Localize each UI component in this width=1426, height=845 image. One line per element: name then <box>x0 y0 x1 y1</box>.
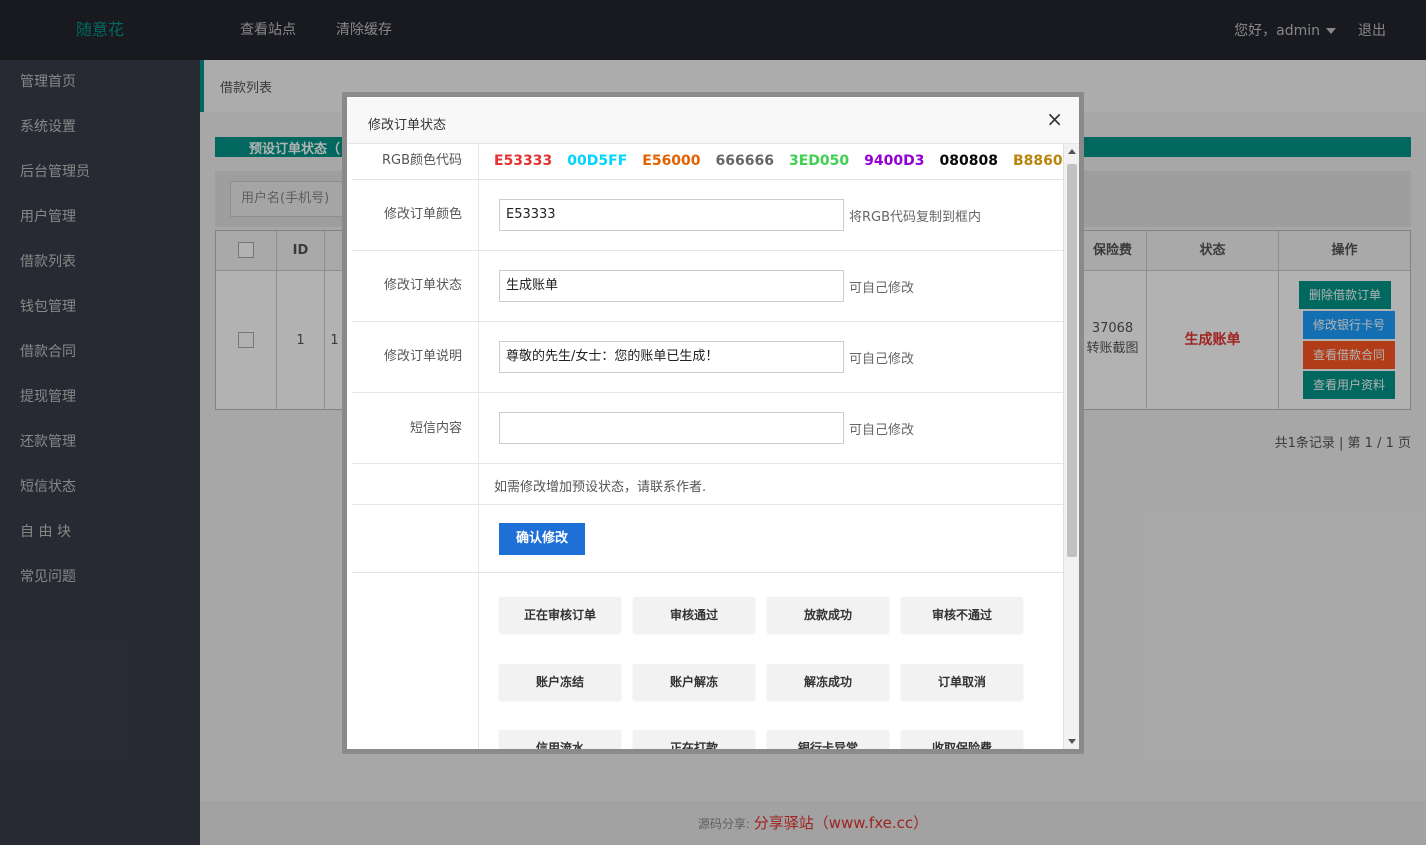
order-status-input[interactable]: 生成账单 <box>499 270 844 302</box>
note-row: 如需修改增加预设状态，请联系作者. <box>352 464 1063 505</box>
sms-content-hint: 可自己修改 <box>849 423 915 438</box>
order-color-input[interactable]: E53333 <box>499 199 844 231</box>
sms-content-cell: 可自己修改 <box>478 393 1063 463</box>
preset-button[interactable]: 信用流水 <box>499 730 621 749</box>
order-desc-hint: 可自己修改 <box>849 352 915 367</box>
rgb-code: E56000 <box>642 153 701 169</box>
order-color-cell: E53333 将RGB代码复制到框内 <box>478 180 1063 250</box>
preset-button[interactable]: 订单取消 <box>901 664 1023 700</box>
sms-content-input[interactable] <box>499 412 844 444</box>
sms-content-row: 短信内容 可自己修改 <box>352 393 1063 464</box>
rgb-code: 9400D3 <box>864 153 925 169</box>
rgb-code: 080808 <box>939 153 998 169</box>
preset-button[interactable]: 账户冻结 <box>499 664 621 700</box>
contact-author-note: 如需修改增加预设状态，请联系作者. <box>494 480 707 495</box>
status-form: RGB颜色代码 E53333 00D5FF E56000 666666 3ED0… <box>352 144 1073 749</box>
rgb-code-list: E53333 00D5FF E56000 666666 3ED050 9400D… <box>494 144 1073 178</box>
preset-button[interactable]: 银行卡异常 <box>767 730 889 749</box>
modal-scrollbar[interactable] <box>1063 144 1079 749</box>
note-label-cell <box>352 464 478 504</box>
modal-title: 修改订单状态 <box>368 118 447 133</box>
edit-order-status-modal: 修改订单状态 × RGB颜色代码 E53333 00D5FF E56000 66… <box>342 92 1084 754</box>
order-color-row: 修改订单颜色 E53333 将RGB代码复制到框内 <box>352 180 1063 251</box>
rgb-code: E53333 <box>494 153 553 169</box>
rgb-codes-cell: E53333 00D5FF E56000 666666 3ED050 9400D… <box>478 144 1073 179</box>
confirm-cell: 确认修改 <box>478 505 1063 572</box>
order-color-label: 修改订单颜色 <box>383 207 462 222</box>
order-status-label: 修改订单状态 <box>383 278 462 293</box>
confirm-row: 确认修改 <box>352 505 1063 573</box>
confirm-label-cell <box>352 505 478 572</box>
rgb-code: 3ED050 <box>789 153 850 169</box>
preset-button[interactable]: 审核通过 <box>633 597 755 633</box>
order-color-hint: 将RGB代码复制到框内 <box>849 210 982 225</box>
scroll-down-icon[interactable] <box>1068 739 1076 744</box>
order-desc-label: 修改订单说明 <box>383 349 462 364</box>
preset-buttons-cell: 正在审核订单 审核通过 放款成功 审核不通过 账户冻结 账户解冻 解冻成功 订单… <box>478 573 1063 749</box>
preset-label-cell <box>352 573 478 749</box>
note-cell: 如需修改增加预设状态，请联系作者. <box>478 464 1063 504</box>
rgb-code: 00D5FF <box>567 153 628 169</box>
rgb-codes-row: RGB颜色代码 E53333 00D5FF E56000 666666 3ED0… <box>352 144 1073 180</box>
preset-button[interactable]: 正在审核订单 <box>499 597 621 633</box>
preset-status-row: 正在审核订单 审核通过 放款成功 审核不通过 账户冻结 账户解冻 解冻成功 订单… <box>352 573 1063 749</box>
preset-button[interactable]: 解冻成功 <box>767 664 889 700</box>
preset-button[interactable]: 账户解冻 <box>633 664 755 700</box>
order-status-hint: 可自己修改 <box>849 281 915 296</box>
modal-body: RGB颜色代码 E53333 00D5FF E56000 666666 3ED0… <box>347 144 1079 749</box>
sms-content-label: 短信内容 <box>409 421 462 436</box>
close-icon[interactable]: × <box>1046 109 1063 129</box>
order-status-cell: 生成账单 可自己修改 <box>478 251 1063 321</box>
preset-button[interactable]: 正在打款 <box>633 730 755 749</box>
order-desc-input[interactable]: 尊敬的先生/女士：您的账单已生成！ <box>499 341 844 373</box>
rgb-code: 666666 <box>715 153 774 169</box>
order-desc-cell: 尊敬的先生/女士：您的账单已生成！ 可自己修改 <box>478 322 1063 392</box>
scroll-up-icon[interactable] <box>1068 149 1076 154</box>
scrollbar-thumb[interactable] <box>1067 164 1077 557</box>
modal-header: 修改订单状态 × <box>347 97 1079 144</box>
preset-button[interactable]: 审核不通过 <box>901 597 1023 633</box>
confirm-button[interactable]: 确认修改 <box>499 523 585 555</box>
order-desc-row: 修改订单说明 尊敬的先生/女士：您的账单已生成！ 可自己修改 <box>352 322 1063 393</box>
preset-button[interactable]: 收取保险费 <box>901 730 1023 749</box>
order-status-row: 修改订单状态 生成账单 可自己修改 <box>352 251 1063 322</box>
preset-button[interactable]: 放款成功 <box>767 597 889 633</box>
rgb-label: RGB颜色代码 <box>381 153 462 168</box>
